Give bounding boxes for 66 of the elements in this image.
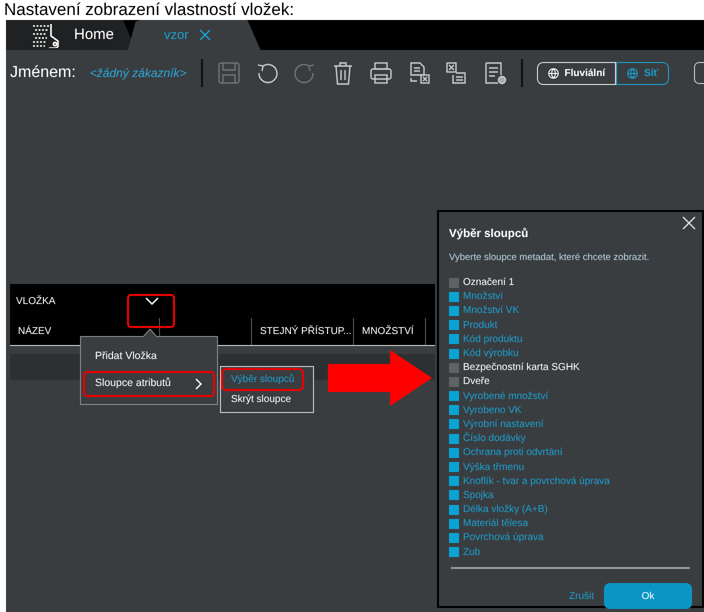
checkbox[interactable] <box>449 292 459 302</box>
checkbox[interactable] <box>449 462 459 472</box>
checkbox[interactable] <box>449 547 459 558</box>
close-icon[interactable] <box>198 29 211 41</box>
checkbox[interactable] <box>449 419 459 430</box>
checkbox[interactable] <box>449 362 459 373</box>
cancel-link[interactable]: Zrušit <box>569 588 594 604</box>
checkbox[interactable] <box>449 320 459 330</box>
checkbox[interactable] <box>449 348 459 359</box>
checkbox[interactable] <box>449 448 459 458</box>
checkbox-label[interactable]: Označení 1 <box>463 275 514 290</box>
customer-link[interactable]: <žádný zákazník> <box>90 64 187 82</box>
ok-button[interactable]: Ok <box>604 583 692 610</box>
tab[interactable]: vzor <box>164 25 189 45</box>
column-header: MNOŽSTVÍ <box>354 318 426 345</box>
table-title: VLOŽKA <box>16 294 56 308</box>
chevron-down-icon[interactable] <box>145 296 160 306</box>
checkbox-label[interactable]: Vyrobeno VK <box>463 402 522 418</box>
checkbox-label[interactable]: Výška třmenu <box>463 460 524 475</box>
checkbox[interactable] <box>449 434 459 444</box>
checkbox[interactable] <box>449 476 459 486</box>
dialog-title: Výběr sloupců <box>449 226 530 242</box>
checkbox-label[interactable]: Číslo dodávky <box>463 431 526 446</box>
checkbox-label[interactable]: Vyrobené množství <box>463 388 548 404</box>
checkbox-label[interactable]: Výrobní nastavení <box>463 416 544 432</box>
checkbox[interactable] <box>449 376 459 387</box>
checkbox-label[interactable]: Povrchová úprava <box>463 530 544 546</box>
mode-toggle[interactable]: Síť <box>616 62 670 84</box>
partial-button[interactable] <box>694 62 704 84</box>
checkbox[interactable] <box>449 306 459 316</box>
customer-label: Jménem: <box>10 63 76 83</box>
checkbox[interactable] <box>449 532 459 543</box>
checkbox-label[interactable]: Knoflík - tvar a povrchová úprava <box>463 474 610 489</box>
checkbox-label[interactable]: Délka vložky (A+B) <box>463 502 548 518</box>
mode-toggle[interactable]: Fluviální <box>536 62 616 84</box>
checkbox[interactable] <box>449 391 459 402</box>
chevron-right-icon <box>195 378 203 390</box>
checkbox-label[interactable]: Ochrana proti odvrtání <box>463 445 562 460</box>
checkbox-label[interactable]: Dveře <box>463 374 490 390</box>
checkbox-label[interactable]: Produkt <box>463 318 498 333</box>
checkbox[interactable] <box>449 405 459 416</box>
globe-icon <box>548 68 559 78</box>
checkbox[interactable] <box>449 334 459 344</box>
dialog-description: Vyberte sloupce metadat, které chcete zobrazit. <box>449 251 650 266</box>
submenu-item[interactable]: Výběr sloupců <box>223 370 302 389</box>
column-header: STEJNÝ PŘÍSTUP... <box>252 318 354 345</box>
checkbox-label[interactable]: Kód výrobku <box>463 346 519 362</box>
checkbox-label[interactable]: Zub <box>463 544 480 560</box>
checkbox[interactable] <box>449 490 459 500</box>
checkbox[interactable] <box>449 278 459 288</box>
checkbox-label[interactable]: Množství <box>463 289 504 304</box>
menu-item[interactable]: Sloupce atributů <box>83 370 215 396</box>
menu-item[interactable]: Přidat Vložka <box>83 344 215 370</box>
page-caption: Nastavení zobrazení vlastností vložek: <box>3 0 296 20</box>
checkbox-label[interactable]: Bezpečnostní karta SGHK <box>463 360 580 376</box>
checkbox[interactable] <box>449 504 459 515</box>
checkbox-label[interactable]: Spojka <box>463 488 494 503</box>
checkbox-label[interactable]: Množství VK <box>463 303 520 318</box>
submenu-item[interactable]: Skrýt sloupce <box>223 390 300 409</box>
print-icon[interactable] <box>368 61 393 85</box>
globe-icon <box>627 68 638 78</box>
checkbox-label[interactable]: Kód produktu <box>463 332 522 347</box>
checkbox[interactable] <box>449 518 459 529</box>
checkbox-label[interactable]: Materiál tělesa <box>463 516 528 532</box>
report-icon[interactable] <box>482 61 507 85</box>
highlight-frame <box>127 294 175 328</box>
